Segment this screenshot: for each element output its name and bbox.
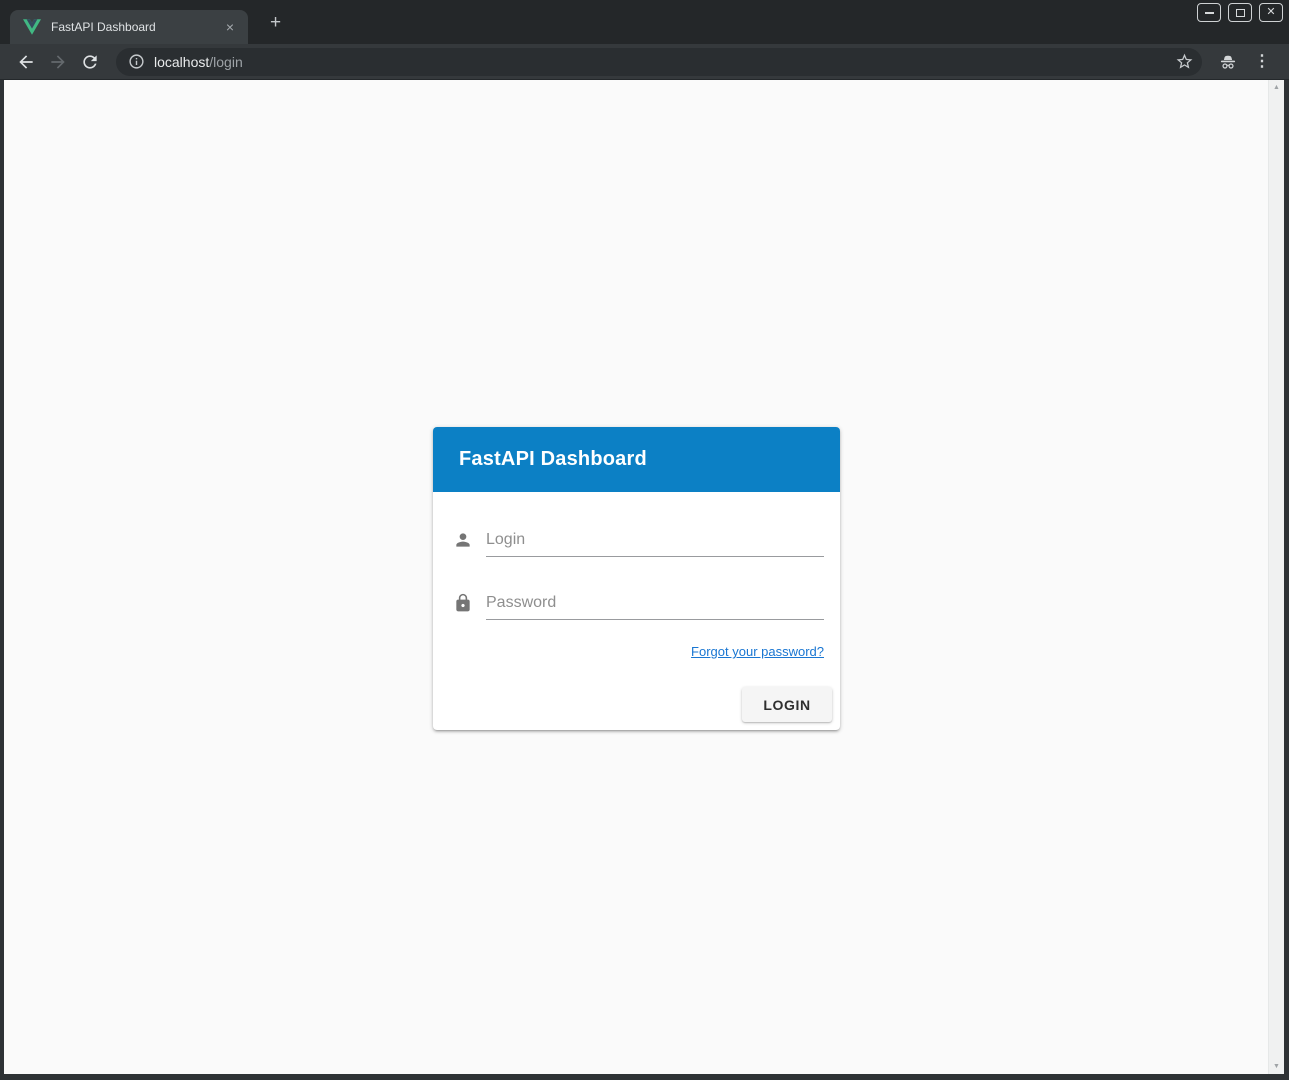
new-tab-button[interactable]: +: [264, 13, 287, 32]
window-controls: ✕: [1197, 3, 1283, 22]
page-info-icon[interactable]: [126, 52, 146, 72]
maximize-button[interactable]: [1228, 3, 1252, 22]
person-icon: [453, 530, 473, 550]
close-window-button[interactable]: ✕: [1259, 3, 1283, 22]
navigation-bar: localhost/login ⋮: [0, 44, 1289, 80]
login-button[interactable]: LOGIN: [742, 687, 832, 722]
close-window-icon: ✕: [1266, 7, 1275, 18]
url-text: localhost/login: [154, 54, 243, 70]
browser-tab[interactable]: FastAPI Dashboard ×: [10, 10, 248, 44]
login-card: FastAPI Dashboard Forgot your password?: [433, 427, 840, 730]
login-card-body: Forgot your password?: [433, 492, 840, 661]
browser-window: FastAPI Dashboard × + ✕ localhost/login: [0, 0, 1289, 1080]
login-card-actions: LOGIN: [742, 687, 832, 722]
minimize-button[interactable]: [1197, 3, 1221, 22]
forward-button[interactable]: [48, 52, 68, 72]
forgot-password-link[interactable]: Forgot your password?: [691, 644, 824, 659]
address-bar[interactable]: localhost/login: [116, 48, 1202, 76]
browser-menu-button[interactable]: ⋮: [1250, 54, 1274, 70]
bookmark-star-icon[interactable]: [1174, 52, 1194, 72]
login-card-title: FastAPI Dashboard: [459, 448, 647, 471]
maximize-icon: [1236, 9, 1245, 17]
forgot-password-row: Forgot your password?: [453, 643, 824, 661]
login-input[interactable]: [486, 527, 824, 557]
url-path: /login: [209, 54, 242, 70]
page-content: FastAPI Dashboard Forgot your password?: [0, 80, 1289, 1080]
vertical-scrollbar[interactable]: ▲ ▼: [1268, 80, 1284, 1074]
url-host: localhost: [154, 54, 209, 70]
reload-button[interactable]: [80, 52, 100, 72]
login-field-row: [453, 527, 824, 557]
login-card-header: FastAPI Dashboard: [433, 427, 840, 492]
back-button[interactable]: [16, 52, 36, 72]
close-tab-icon[interactable]: ×: [220, 18, 240, 36]
password-field-row: [453, 590, 824, 620]
scroll-down-icon[interactable]: ▼: [1273, 1059, 1280, 1074]
tab-strip: FastAPI Dashboard × + ✕: [0, 0, 1289, 44]
tab-title: FastAPI Dashboard: [51, 20, 220, 34]
incognito-icon: [1218, 52, 1238, 72]
lock-icon: [453, 593, 473, 613]
minimize-icon: [1205, 12, 1214, 14]
vue-favicon-icon: [23, 19, 41, 35]
password-input[interactable]: [486, 590, 824, 620]
scroll-up-icon[interactable]: ▲: [1273, 80, 1280, 95]
